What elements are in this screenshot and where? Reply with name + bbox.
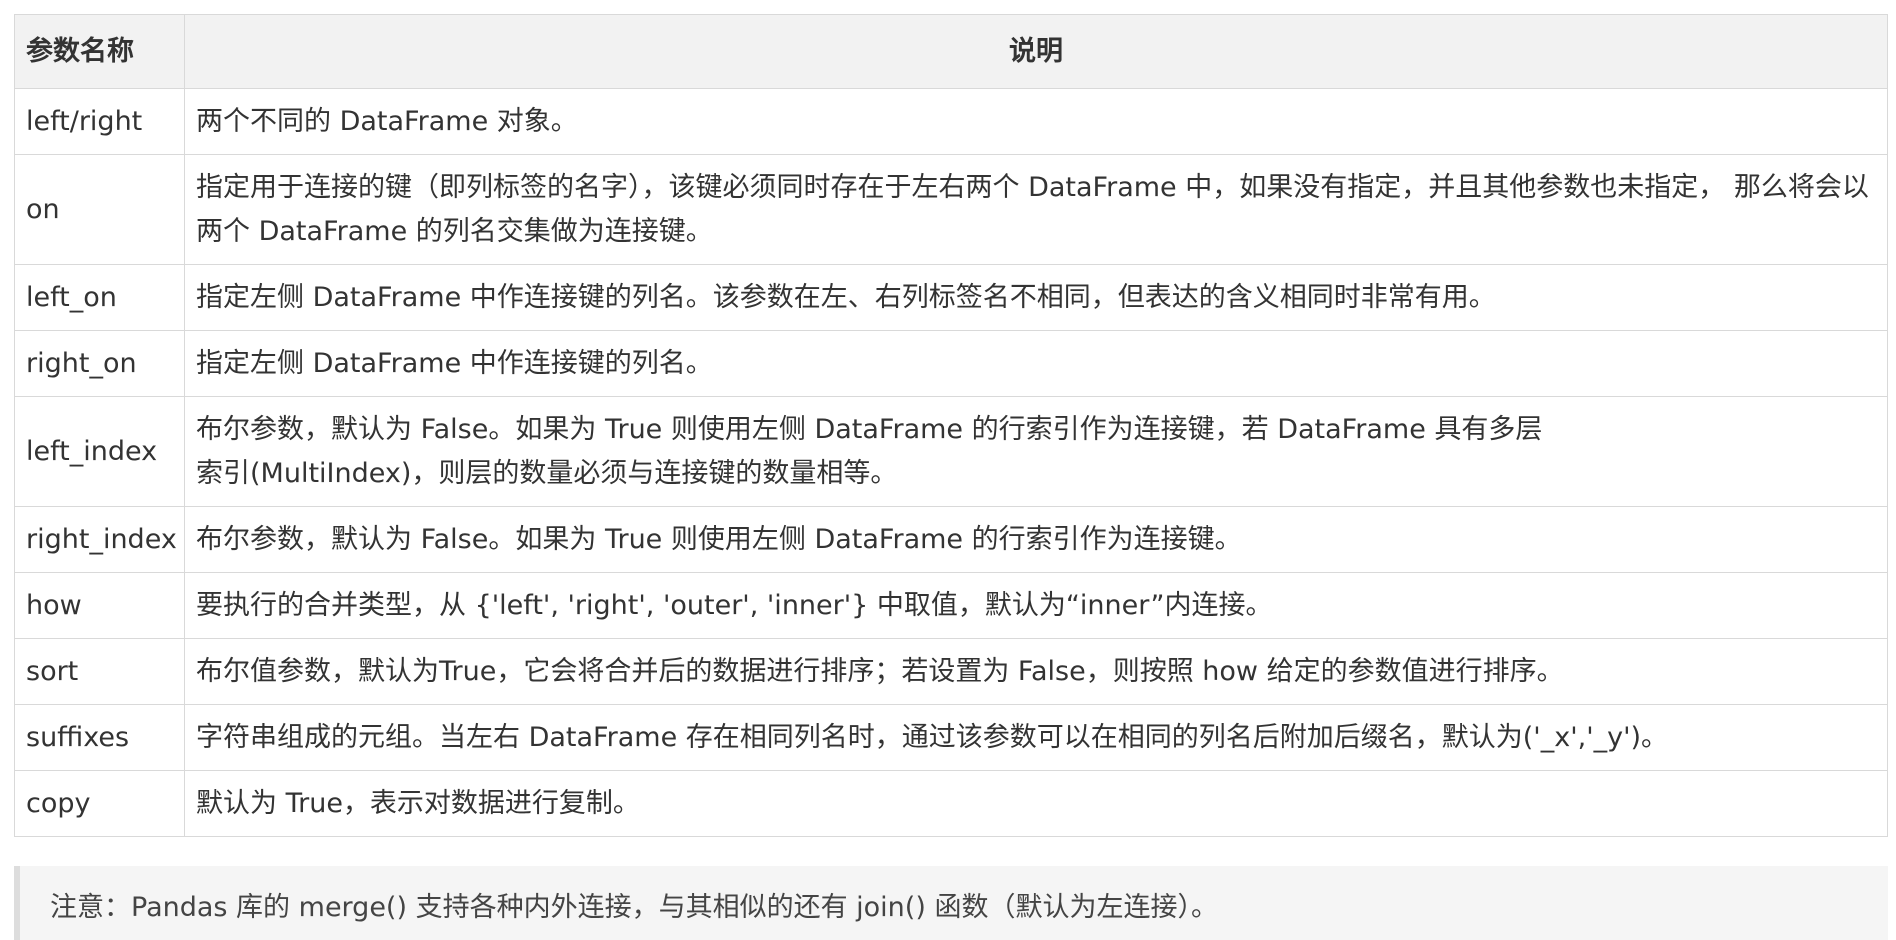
param-desc-cell: 指定左侧 DataFrame 中作连接键的列名。该参数在左、右列标签名不相同，但… (184, 264, 1888, 331)
param-name-cell: left_index (14, 396, 185, 507)
param-name-cell: left/right (14, 88, 185, 155)
param-desc-cell: 默认为 True，表示对数据进行复制。 (184, 770, 1888, 837)
note-text: 注意：Pandas 库的 merge() 支持各种内外连接，与其相似的还有 jo… (50, 892, 1218, 923)
header-param-name: 参数名称 (14, 14, 185, 89)
table-row: right_index 布尔参数，默认为 False。如果为 True 则使用左… (14, 506, 1888, 573)
param-name-cell: left_on (14, 264, 185, 331)
param-name-cell: how (14, 572, 185, 639)
param-desc-cell: 布尔参数，默认为 False。如果为 True 则使用左侧 DataFrame … (184, 396, 1888, 507)
header-description: 说明 (184, 14, 1888, 89)
table-row: suffixes 字符串组成的元组。当左右 DataFrame 存在相同列名时，… (14, 704, 1888, 771)
param-name-cell: right_index (14, 506, 185, 573)
table-row: left_index 布尔参数，默认为 False。如果为 True 则使用左侧… (14, 396, 1888, 507)
parameter-table: 参数名称 说明 left/right 两个不同的 DataFrame 对象。 o… (14, 14, 1888, 837)
table-row: how 要执行的合并类型，从 {'left', 'right', 'outer'… (14, 572, 1888, 639)
param-name-cell: sort (14, 638, 185, 705)
param-name-cell: copy (14, 770, 185, 837)
param-desc-cell: 布尔值参数，默认为True，它会将合并后的数据进行排序；若设置为 False，则… (184, 638, 1888, 705)
param-desc-cell: 字符串组成的元组。当左右 DataFrame 存在相同列名时，通过该参数可以在相… (184, 704, 1888, 771)
note-box: 注意：Pandas 库的 merge() 支持各种内外连接，与其相似的还有 jo… (14, 866, 1888, 940)
param-name-cell: right_on (14, 330, 185, 397)
param-desc-cell: 布尔参数，默认为 False。如果为 True 则使用左侧 DataFrame … (184, 506, 1888, 573)
table-row: sort 布尔值参数，默认为True，它会将合并后的数据进行排序；若设置为 Fa… (14, 638, 1888, 705)
param-name-cell: suffixes (14, 704, 185, 771)
param-desc-cell: 指定用于连接的键（即列标签的名字），该键必须同时存在于左右两个 DataFram… (184, 154, 1888, 265)
param-desc-line: 索引(MultiIndex)，则层的数量必须与连接键的数量相等。 (196, 457, 898, 489)
table-row: copy 默认为 True，表示对数据进行复制。 (14, 770, 1888, 837)
table-row: left_on 指定左侧 DataFrame 中作连接键的列名。该参数在左、右列… (14, 264, 1888, 331)
table-row: on 指定用于连接的键（即列标签的名字），该键必须同时存在于左右两个 DataF… (14, 154, 1888, 265)
param-desc-line: 布尔参数，默认为 False。如果为 True 则使用左侧 DataFrame … (196, 413, 1543, 445)
param-desc-cell: 两个不同的 DataFrame 对象。 (184, 88, 1888, 155)
param-desc-cell: 指定左侧 DataFrame 中作连接键的列名。 (184, 330, 1888, 397)
table-row: right_on 指定左侧 DataFrame 中作连接键的列名。 (14, 330, 1888, 397)
table-header-row: 参数名称 说明 (14, 14, 1888, 89)
param-desc-cell: 要执行的合并类型，从 {'left', 'right', 'outer', 'i… (184, 572, 1888, 639)
param-name-cell: on (14, 154, 185, 265)
table-row: left/right 两个不同的 DataFrame 对象。 (14, 88, 1888, 155)
